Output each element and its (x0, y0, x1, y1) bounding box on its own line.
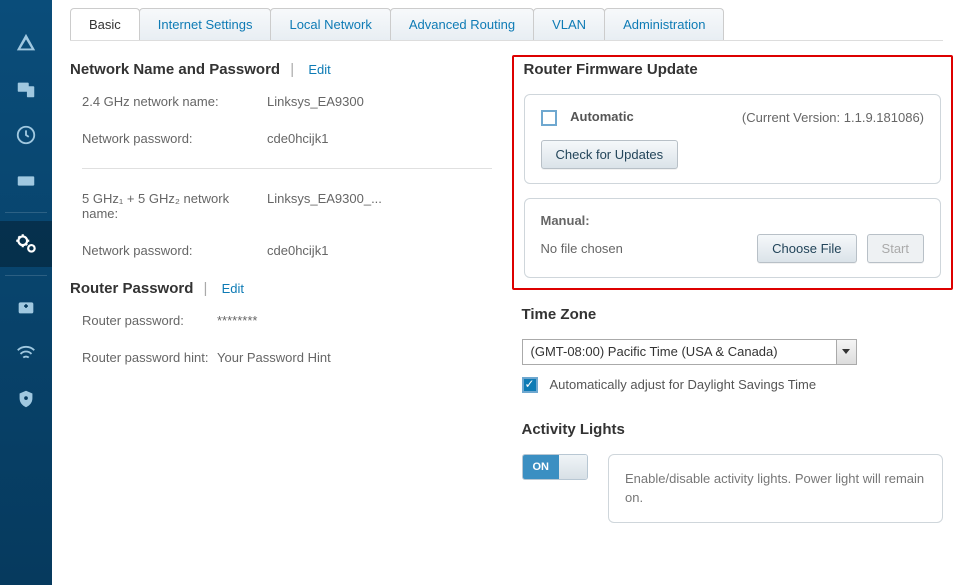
timezone-selected: (GMT-08:00) Pacific Time (USA & Canada) (523, 340, 836, 364)
field-24ghz-password: Network password: cde0hcijk1 (70, 131, 492, 146)
network-name-title: Network Name and Password | Edit (70, 61, 492, 78)
field-5ghz-password: Network password: cde0hcijk1 (70, 243, 492, 258)
sidebar-item-devices[interactable] (0, 66, 52, 112)
check-updates-button[interactable]: Check for Updates (541, 140, 679, 169)
sidebar (0, 0, 52, 585)
automatic-checkbox[interactable] (541, 110, 557, 126)
sidebar-divider (5, 275, 47, 276)
sidebar-item-settings[interactable] (0, 221, 52, 267)
router-password-title: Router Password | Edit (70, 280, 492, 297)
activity-description: Enable/disable activity lights. Power li… (608, 454, 943, 523)
field-24ghz-name: 2.4 GHz network name: Linksys_EA9300 (70, 94, 492, 109)
value: Linksys_EA9300_... (267, 191, 382, 221)
firmware-title: Router Firmware Update (524, 61, 942, 78)
wifi-icon (15, 342, 37, 364)
value: cde0hcijk1 (267, 243, 328, 258)
main-content: Basic Internet Settings Local Network Ad… (52, 0, 961, 585)
network-name-title-text: Network Name and Password (70, 61, 280, 78)
dst-label: Automatically adjust for Daylight Saving… (550, 377, 817, 392)
tab-administration[interactable]: Administration (604, 8, 724, 40)
router-password-title-text: Router Password (70, 280, 193, 297)
sidebar-item-security[interactable] (0, 376, 52, 422)
firmware-manual-panel: Manual: No file chosen Choose File Start (524, 198, 942, 278)
shield-icon (15, 388, 37, 410)
sidebar-item-troubleshoot[interactable] (0, 284, 52, 330)
value: cde0hcijk1 (267, 131, 328, 146)
no-file-text: No file chosen (541, 241, 623, 256)
sidebar-item-wireless[interactable] (0, 330, 52, 376)
pipe: | (290, 61, 294, 78)
left-column: Network Name and Password | Edit 2.4 GHz… (70, 61, 492, 523)
medkit-icon (15, 296, 37, 318)
divider (82, 168, 492, 169)
timezone-select[interactable]: (GMT-08:00) Pacific Time (USA & Canada) (522, 339, 857, 365)
edit-routerpw-link[interactable]: Edit (222, 281, 244, 296)
field-router-password: Router password: ******** (70, 313, 492, 328)
value: Linksys_EA9300 (267, 94, 364, 109)
toggle-handle (559, 455, 587, 479)
activity-lights-title: Activity Lights (522, 421, 944, 438)
timezone-title: Time Zone (522, 306, 944, 323)
dst-checkbox[interactable] (522, 377, 538, 393)
value: ******** (217, 313, 257, 328)
tab-basic[interactable]: Basic (70, 8, 140, 40)
sidebar-item-dashboard[interactable] (0, 20, 52, 66)
clock-icon (15, 124, 37, 146)
label: Router password: (82, 313, 217, 328)
devices-icon (15, 78, 37, 100)
toggle-on-label: ON (523, 455, 560, 479)
tab-local-network[interactable]: Local Network (270, 8, 390, 40)
field-5ghz-name: 5 GHz₁ + 5 GHz₂ network name: Linksys_EA… (70, 191, 492, 221)
label: 5 GHz₁ + 5 GHz₂ network name: (82, 191, 267, 221)
chevron-down-icon[interactable] (836, 340, 856, 364)
sidebar-item-clock[interactable] (0, 112, 52, 158)
pipe: | (204, 280, 208, 297)
label: Router password hint: (82, 350, 217, 365)
manual-label: Manual: (541, 213, 925, 228)
label: Network password: (82, 243, 267, 258)
tab-internet[interactable]: Internet Settings (139, 8, 272, 40)
media-icon (15, 170, 37, 192)
sidebar-divider (5, 212, 47, 213)
start-button[interactable]: Start (867, 234, 924, 263)
value: Your Password Hint (217, 350, 331, 365)
activity-toggle[interactable]: ON (522, 454, 589, 480)
label: Network password: (82, 131, 267, 146)
dst-row: Automatically adjust for Daylight Saving… (522, 377, 944, 393)
firmware-highlight: Router Firmware Update Automatic (Curren… (512, 55, 954, 290)
field-router-password-hint: Router password hint: Your Password Hint (70, 350, 492, 365)
right-column: Router Firmware Update Automatic (Curren… (522, 61, 944, 523)
choose-file-button[interactable]: Choose File (757, 234, 856, 263)
tab-advanced-routing[interactable]: Advanced Routing (390, 8, 534, 40)
firmware-version: (Current Version: 1.1.9.181086) (742, 110, 924, 125)
automatic-label: Automatic (570, 109, 634, 124)
tabs: Basic Internet Settings Local Network Ad… (70, 8, 943, 41)
firmware-auto-panel: Automatic (Current Version: 1.1.9.181086… (524, 94, 942, 184)
tab-vlan[interactable]: VLAN (533, 8, 605, 40)
warning-icon (15, 32, 37, 54)
sidebar-item-media[interactable] (0, 158, 52, 204)
edit-network-link[interactable]: Edit (308, 62, 330, 77)
label: 2.4 GHz network name: (82, 94, 267, 109)
gears-icon (13, 231, 39, 257)
auto-checkbox-row: Automatic (541, 109, 634, 126)
